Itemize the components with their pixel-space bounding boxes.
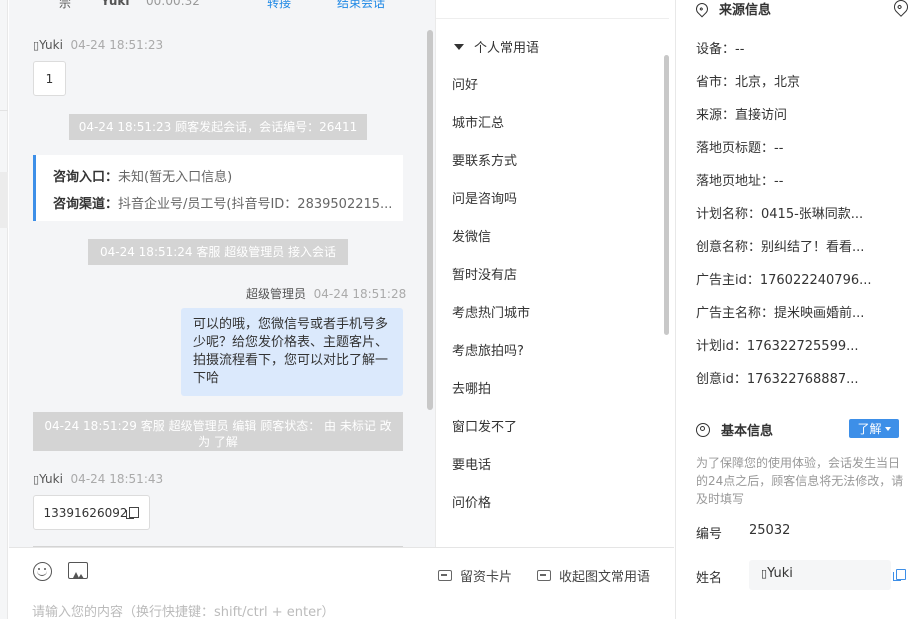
agent-message-bubble: 可以的哦，您微信号或者手机号多少呢？给您发价格表、主题客片、拍摄流程看下，您可以… [181, 308, 403, 396]
user-icon [696, 422, 710, 437]
phrase-item[interactable]: 要联系方式 [452, 150, 517, 169]
number-label: 编号 [696, 527, 723, 542]
phrase-item[interactable]: 要电话 [452, 454, 491, 473]
landing-url-row: 落地页地址：-- [696, 174, 784, 189]
copy-icon[interactable] [126, 507, 140, 519]
message-input[interactable]: 请输入您的内容（换行快捷键：shift/ctrl + enter） [32, 601, 335, 619]
image-icon[interactable] [68, 562, 88, 579]
name-field[interactable]: ▯Yuki [749, 560, 891, 590]
phone-number-text: 13391626092 [43, 505, 128, 520]
chat-top-name: 宗 [59, 0, 72, 10]
caret-down-icon [454, 43, 464, 50]
plan-id-row: 计划id：176322725599... [696, 339, 859, 354]
left-edge-strip [0, 0, 8, 619]
phrase-item[interactable]: 去哪拍 [452, 378, 491, 397]
number-value: 25032 [749, 523, 791, 538]
message-meta: ▯Yuki 04-24 18:51:43 [33, 472, 164, 486]
advertiser-name-row: 广告主名称：提米映画婚前... [696, 306, 865, 321]
chat-top-duration: 00:00:32 [146, 0, 200, 8]
source-info-title: 来源信息 [719, 3, 772, 18]
chat-top-user: Yuki [101, 0, 130, 8]
lead-card-button[interactable]: 留资卡片 [438, 566, 512, 585]
basic-info-title: 基本信息 [721, 424, 774, 439]
system-notice: 04-24 18:51:24 客服 超级管理员 接入会话 [88, 239, 348, 265]
transfer-button[interactable]: 转接 [267, 0, 291, 11]
consult-channel-label: 咨询渠道： [53, 197, 119, 212]
message-time: 04-24 18:51:23 [70, 38, 164, 52]
phrase-item[interactable]: 问好 [452, 74, 478, 93]
phrases-group-label: 个人常用语 [474, 41, 540, 56]
plan-name-row: 计划名称：0415-张琳同款... [696, 207, 864, 222]
common-phrases-panel: 个人常用语 问好 城市汇总 要联系方式 问是咨询吗 发微信 暂时没有店 考虑热门… [435, 0, 674, 547]
consult-channel-value: 抖音企业号/员工号(抖音号ID：2839502215... [118, 197, 393, 212]
customer-status-label: 了解 [857, 422, 882, 436]
lead-card-label: 留资卡片 [460, 570, 513, 585]
name-value: Yuki [767, 566, 793, 581]
consult-info-card: 咨询入口：未知(暂无入口信息) 咨询渠道：抖音企业号/员工号(抖音号ID：283… [33, 155, 403, 221]
province-row: 省市：北京，北京 [696, 75, 801, 90]
source-info-header: 来源信息 [693, 0, 772, 18]
chat-scrollbar[interactable] [427, 30, 433, 410]
sender-name: Yuki [39, 472, 63, 486]
phrases-group-toggle[interactable]: 个人常用语 [454, 37, 539, 56]
consult-entry-value: 未知(暂无入口信息) [118, 170, 233, 185]
message-time: 04-24 18:51:28 [313, 287, 407, 301]
basic-info-header: 基本信息 [696, 420, 773, 439]
customer-info-panel: 来源信息 设备：-- 省市：北京，北京 来源：直接访问 落地页标题：-- 落地页… [675, 0, 924, 619]
name-label: 姓名 [696, 571, 723, 586]
collapse-phrases-button[interactable]: 收起图文常用语 [537, 566, 650, 585]
phrase-item[interactable]: 发微信 [452, 226, 491, 245]
phrases-divider [436, 18, 669, 19]
consult-entry-row: 咨询入口：未知(暂无入口信息) [53, 166, 398, 185]
landing-title-row: 落地页标题：-- [696, 141, 784, 156]
copy-icon[interactable] [893, 569, 906, 581]
sender-name: Yuki [39, 38, 63, 52]
phrase-item[interactable]: 问是咨询吗 [452, 188, 517, 207]
device-row: 设备：-- [696, 42, 745, 57]
message-time: 04-24 18:51:43 [70, 472, 164, 486]
card-icon [438, 570, 452, 581]
sender-name: 超级管理员 [246, 287, 307, 301]
location-pin-icon [693, 0, 711, 17]
customer-message-bubble: 13391626092 [33, 495, 150, 530]
list-icon [537, 570, 551, 581]
edit-notice: 为了保障您的使用体验，会话发生当日的24点之后，顾客信息将无法修改，请及时填写 [696, 456, 904, 506]
customer-status-dropdown[interactable]: 了解 [849, 419, 899, 438]
consult-channel-row: 咨询渠道：抖音企业号/员工号(抖音号ID：2839502215... [53, 193, 398, 212]
phrase-item[interactable]: 考虑热门城市 [452, 302, 530, 321]
origin-row: 来源：直接访问 [696, 108, 788, 123]
chat-top-bar: 宗 Yuki 00:00:32 转接 结束会话 [9, 0, 435, 10]
collapse-phrases-label: 收起图文常用语 [559, 570, 651, 585]
system-notice: 04-24 18:51:29 客服 超级管理员 编辑 顾客状态： 由 未标记 改… [33, 412, 403, 451]
creative-id-row: 创意id：176322768887... [696, 372, 859, 387]
strip-highlight [0, 172, 8, 228]
advertiser-id-row: 广告主id：176022240796... [696, 273, 872, 288]
phrase-item[interactable]: 考虑旅拍吗? [452, 340, 524, 359]
message-input-area: 留资卡片 收起图文常用语 请输入您的内容（换行快捷键：shift/ctrl + … [9, 547, 674, 619]
emoji-icon[interactable] [33, 562, 52, 581]
phrase-item[interactable]: 暂时没有店 [452, 264, 517, 283]
message-meta: 超级管理员 04-24 18:51:28 [246, 285, 406, 302]
strip-divider [0, 110, 8, 111]
location-settings-icon[interactable] [891, 0, 911, 17]
consult-entry-label: 咨询入口： [53, 170, 119, 185]
phrase-item[interactable]: 窗口发不了 [452, 416, 517, 435]
phrases-scrollbar[interactable] [664, 55, 669, 335]
caret-down-icon [884, 426, 891, 431]
phrase-item[interactable]: 城市汇总 [452, 112, 504, 131]
end-session-button[interactable]: 结束会话 [337, 0, 385, 11]
phrase-item[interactable]: 问价格 [452, 492, 491, 511]
creative-name-row: 创意名称：别纠结了！看看... [696, 240, 865, 255]
message-meta: ▯Yuki 04-24 18:51:23 [33, 38, 164, 52]
system-notice: 04-24 18:51:23 顾客发起会话，会话编号：26411 [69, 114, 367, 140]
customer-message-bubble: 1 [33, 61, 66, 96]
chat-panel: 宗 Yuki 00:00:32 转接 结束会话 ▯Yuki 04-24 18:5… [9, 0, 435, 547]
